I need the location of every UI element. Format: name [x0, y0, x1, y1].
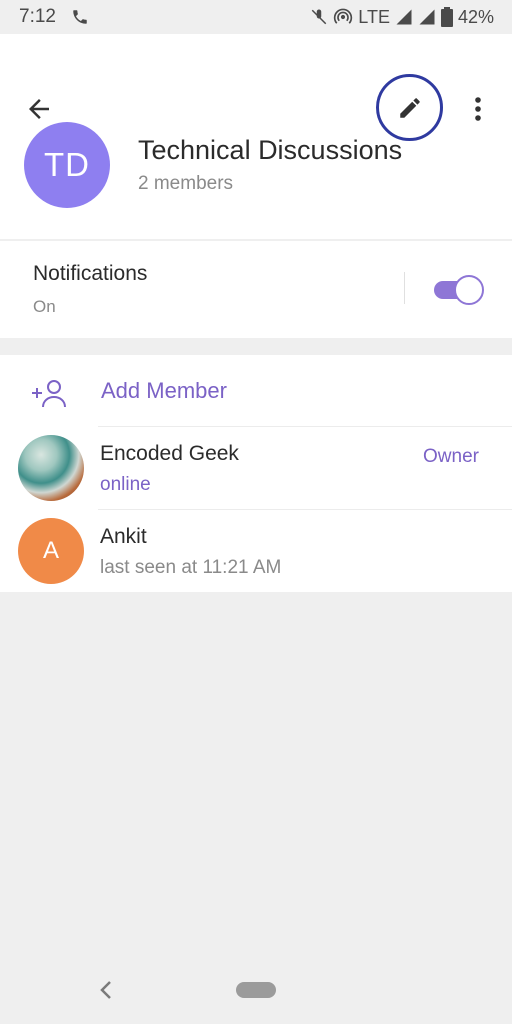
role-badge: Owner [423, 446, 479, 467]
member-count: 2 members [138, 173, 234, 194]
group-header: TD Technical Discussions 2 members [0, 34, 512, 239]
add-member-button[interactable]: Add Member [0, 355, 512, 427]
list-item[interactable]: A Ankit last seen at 11:21 AM [0, 510, 512, 592]
member-status: last seen at 11:21 AM [100, 557, 282, 578]
member-status: online [100, 474, 151, 495]
signal-icon [395, 8, 413, 26]
phone-icon [71, 8, 89, 26]
list-item[interactable]: Encoded Geek online Owner [0, 427, 512, 509]
divider [404, 272, 405, 304]
edit-button[interactable] [376, 74, 443, 141]
signal-icon [418, 8, 436, 26]
group-name: Technical Discussions [138, 135, 403, 165]
notifications-label: Notifications [33, 262, 148, 285]
mute-icon [310, 7, 328, 27]
status-bar: 7:12 LTE 42% [0, 0, 512, 34]
toggle-thumb [454, 275, 484, 305]
more-vertical-icon [475, 97, 481, 121]
group-avatar[interactable]: TD [24, 122, 110, 208]
back-button[interactable] [24, 94, 54, 124]
avatar: A [18, 518, 84, 584]
network-type: LTE [358, 6, 390, 27]
avatar [18, 435, 84, 501]
home-pill-button[interactable] [236, 982, 276, 998]
battery-icon [440, 7, 453, 27]
members-section: Add Member Encoded Geek online Owner A A… [0, 355, 512, 592]
status-time: 7:12 [19, 6, 56, 27]
arrow-left-icon [29, 99, 49, 119]
add-person-icon [32, 380, 66, 408]
notifications-state: On [33, 297, 56, 316]
battery-level: 42% [457, 6, 494, 27]
member-name: Ankit [100, 525, 147, 548]
notifications-row[interactable]: Notifications On [0, 241, 512, 338]
more-options-button[interactable] [466, 92, 490, 126]
nav-back-icon[interactable] [96, 978, 116, 1002]
pencil-icon [399, 97, 420, 118]
notifications-toggle[interactable] [432, 275, 484, 305]
add-member-label: Add Member [101, 378, 227, 403]
system-nav-bar [0, 960, 512, 1024]
member-name: Encoded Geek [100, 442, 239, 465]
hotspot-icon [333, 7, 353, 27]
